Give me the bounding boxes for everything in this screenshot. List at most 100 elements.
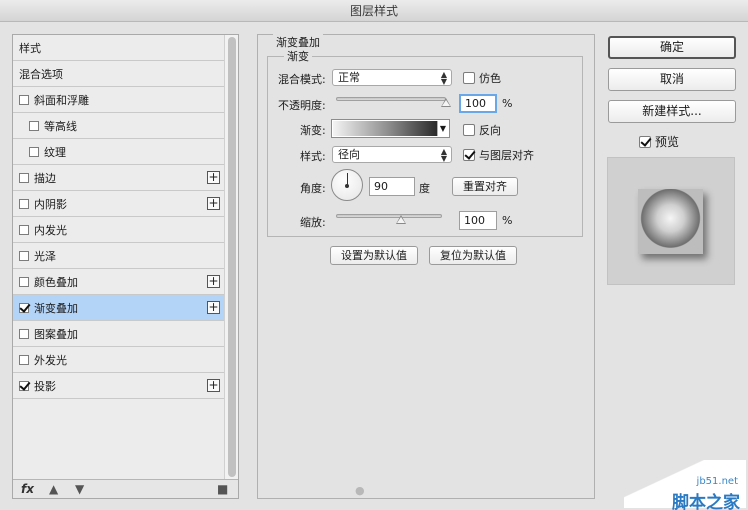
style-list-item[interactable]: 外发光 (13, 347, 224, 373)
add-effect-icon[interactable]: + (207, 379, 220, 392)
style-list-item-label: 投影 (34, 379, 56, 393)
align-with-layer-checkbox[interactable]: 与图层对齐 (463, 147, 534, 163)
style-list-item-label: 内发光 (34, 223, 67, 237)
style-list-item-label: 内阴影 (34, 197, 67, 211)
checkbox-icon[interactable] (19, 302, 29, 313)
style-list-item-label: 样式 (19, 41, 41, 55)
gradient-preview[interactable] (333, 121, 437, 136)
scale-input[interactable]: 100 (459, 211, 497, 230)
reverse-checkbox[interactable]: 反向 (463, 122, 501, 138)
style-list-item[interactable]: 等高线 (13, 113, 224, 139)
checkbox-icon[interactable] (19, 380, 29, 391)
style-preview (607, 157, 735, 285)
trash-icon[interactable]: ■ (217, 482, 228, 496)
style-list-item[interactable]: 投影 + (13, 373, 224, 399)
angle-dial[interactable] (331, 169, 363, 201)
dropdown-arrow-icon[interactable]: ▼ (437, 121, 448, 136)
gradient-picker[interactable]: ▼ (331, 119, 450, 138)
style-list-item-label: 渐变叠加 (34, 301, 78, 315)
checkbox-icon[interactable] (19, 354, 29, 365)
style-list-item[interactable]: 描边 + (13, 165, 224, 191)
gradient-label: 渐变: (300, 124, 326, 137)
blend-mode-label: 混合模式: (278, 73, 326, 86)
checkbox-icon[interactable] (463, 149, 475, 161)
opacity-slider-knob[interactable] (441, 98, 451, 107)
angle-center-dot (345, 184, 349, 188)
add-effect-icon[interactable]: + (207, 301, 220, 314)
style-list-item-label: 颜色叠加 (34, 275, 78, 289)
checkbox-icon[interactable] (639, 135, 651, 148)
scale-slider-knob[interactable] (396, 215, 406, 224)
dither-label: 仿色 (479, 72, 501, 85)
checkbox-icon[interactable] (19, 172, 29, 183)
checkbox-icon[interactable] (29, 146, 39, 157)
style-list-item[interactable]: 渐变叠加 + (13, 295, 224, 321)
preview-label: 预览 (655, 135, 680, 149)
fx-icon[interactable]: fx (21, 482, 34, 496)
ok-button[interactable]: 确定 (608, 36, 736, 59)
reset-alignment-button[interactable]: 重置对齐 (452, 177, 518, 196)
add-effect-icon[interactable]: + (207, 275, 220, 288)
move-down-icon[interactable]: ▼ (75, 482, 84, 496)
style-select[interactable]: 径向 ▲ ▼ (332, 146, 452, 163)
updown-icon: ▲ ▼ (440, 147, 447, 163)
style-list-item-label: 图案叠加 (34, 327, 78, 341)
preview-checkbox[interactable]: 预览 (639, 133, 679, 150)
checkbox-icon[interactable] (463, 72, 475, 84)
angle-unit: 度 (419, 182, 430, 195)
checkbox-icon[interactable] (463, 124, 475, 136)
styles-panel: 样式混合选项斜面和浮雕等高线纹理 描边 + 内阴影 + 内发光光泽颜色叠加 + 渐变叠加 + 图案… (12, 34, 239, 499)
new-style-button[interactable]: 新建样式... (608, 100, 736, 123)
cancel-button[interactable]: 取消 (608, 68, 736, 91)
checkbox-icon[interactable] (19, 276, 29, 287)
style-list-item[interactable]: 斜面和浮雕 (13, 87, 224, 113)
add-effect-icon[interactable]: + (207, 197, 220, 210)
style-list-item-label: 等高线 (44, 119, 77, 133)
opacity-input[interactable]: 100 (459, 94, 497, 113)
watermark-title: 脚本之家 (672, 493, 740, 510)
style-value: 径向 (338, 148, 360, 161)
checkbox-icon[interactable] (19, 224, 29, 235)
watermark-url: jb51.net (696, 476, 738, 487)
add-effect-icon[interactable]: + (207, 171, 220, 184)
style-list-item[interactable]: 图案叠加 (13, 321, 224, 347)
styles-scrollbar[interactable] (224, 35, 238, 480)
style-list-item[interactable]: 内阴影 + (13, 191, 224, 217)
blend-mode-value: 正常 (338, 71, 360, 84)
style-list-item[interactable]: 颜色叠加 + (13, 269, 224, 295)
site-watermark: jb51.net 脚本之家 (624, 460, 746, 510)
angle-input[interactable]: 90 (369, 177, 415, 196)
scale-slider-track[interactable] (336, 214, 442, 218)
style-list-item[interactable]: 纹理 (13, 139, 224, 165)
align-with-layer-label: 与图层对齐 (479, 149, 534, 162)
move-up-icon[interactable]: ▲ (49, 482, 58, 496)
checkbox-icon[interactable] (19, 94, 29, 105)
style-list-item[interactable]: 内发光 (13, 217, 224, 243)
checkbox-icon[interactable] (19, 328, 29, 339)
updown-icon: ▲ ▼ (440, 70, 447, 86)
preview-thumbnail (638, 189, 703, 254)
reverse-label: 反向 (479, 124, 501, 137)
style-list-item[interactable]: 混合选项 (13, 61, 224, 87)
faint-logo-icon: ● (355, 484, 365, 497)
checkbox-icon[interactable] (19, 198, 29, 209)
style-list-item-label: 光泽 (34, 249, 56, 263)
opacity-label: 不透明度: (278, 99, 326, 112)
opacity-unit: % (502, 97, 513, 110)
style-list-item-label: 外发光 (34, 353, 67, 367)
style-list-item-label: 斜面和浮雕 (34, 93, 89, 107)
scrollbar-thumb[interactable] (228, 37, 236, 477)
dialog-title: 图层样式 (0, 0, 748, 22)
checkbox-icon[interactable] (19, 250, 29, 261)
opacity-slider-track[interactable] (336, 97, 446, 101)
blend-mode-select[interactable]: 正常 ▲ ▼ (332, 69, 452, 86)
checkbox-icon[interactable] (29, 120, 39, 131)
scale-unit: % (502, 214, 513, 227)
scale-label: 缩放: (300, 216, 326, 229)
style-list-item[interactable]: 样式 (13, 35, 224, 61)
set-as-default-button[interactable]: 设置为默认值 (330, 246, 418, 265)
dither-checkbox[interactable]: 仿色 (463, 70, 501, 86)
reset-to-default-button[interactable]: 复位为默认值 (429, 246, 517, 265)
style-list-item[interactable]: 光泽 (13, 243, 224, 269)
group-title: 渐变 (284, 48, 312, 64)
